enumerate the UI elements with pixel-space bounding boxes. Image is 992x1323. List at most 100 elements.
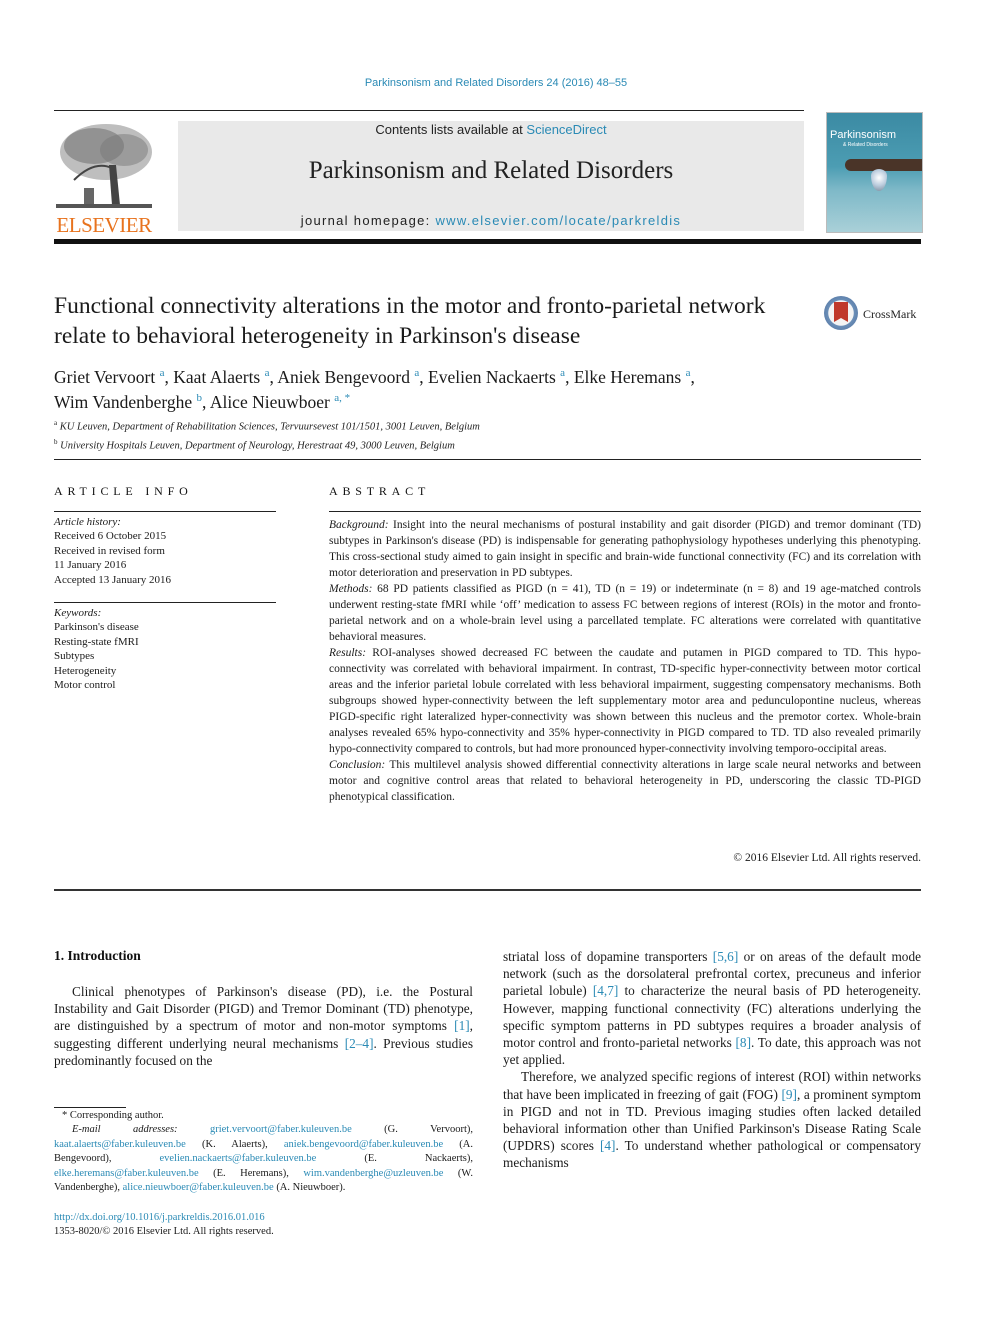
contents-line: Contents lists available at ScienceDirec… — [178, 122, 804, 137]
issn-copyright: 1353-8020/© 2016 Elsevier Ltd. All right… — [54, 1226, 274, 1238]
keyword-item: Heterogeneity — [54, 664, 117, 677]
sciencedirect-link[interactable]: ScienceDirect — [526, 122, 606, 137]
abstract-section-label: Results: — [329, 647, 367, 659]
abstract-background: Background: Insight into the neural mech… — [329, 517, 921, 581]
abstract-section-label: Conclusion: — [329, 759, 386, 771]
abstract-heading: ABSTRACT — [329, 484, 431, 498]
author[interactable]: Alice Nieuwboer — [210, 392, 330, 412]
affiliation-item: b University Hospitals Leuven, Departmen… — [54, 435, 854, 454]
intro-column-left: Clinical phenotypes of Parkinson's disea… — [54, 983, 473, 1069]
author[interactable]: Kaat Alaerts — [173, 367, 260, 387]
email-owner: (E. Heremans), — [198, 1167, 304, 1179]
elsevier-logo: ELSEVIER — [54, 120, 154, 237]
abstract-section-label: Background: — [329, 519, 389, 531]
keywords-divider — [54, 602, 276, 603]
abstract-section-text: This multilevel analysis showed differen… — [329, 759, 921, 803]
email-link[interactable]: evelien.nackaerts@faber.kuleuven.be — [159, 1153, 316, 1164]
article-info-heading: ARTICLE INFO — [54, 484, 193, 498]
author-separator: , — [202, 391, 210, 412]
history-item: Received 6 October 2015 — [54, 530, 167, 543]
citation-link[interactable]: [4,7] — [593, 983, 618, 998]
paragraph-text: striatal loss of dopamine transporters — [503, 949, 713, 964]
citation-link[interactable]: [1] — [454, 1018, 470, 1033]
history-item: 11 January 2016 — [54, 559, 127, 572]
elsevier-wordmark: ELSEVIER — [56, 213, 152, 237]
title-divider — [54, 459, 921, 460]
abstract-divider — [329, 511, 921, 512]
header-divider — [54, 110, 804, 111]
author[interactable]: Griet Vervoort — [54, 367, 155, 387]
cover-title: Parkinsonism — [830, 129, 897, 141]
abstract-conclusion: Conclusion: This multilevel analysis sho… — [329, 757, 921, 805]
email-link[interactable]: alice.nieuwboer@faber.kuleuven.be — [123, 1182, 274, 1193]
footnote-divider — [54, 1107, 126, 1108]
cover-subtitle: & Related Disorders — [843, 142, 888, 148]
doi-block: http://dx.doi.org/10.1016/j.parkreldis.2… — [54, 1211, 274, 1240]
abstract-section-text: ROI-analyses showed decreased FC between… — [329, 647, 921, 755]
author-separator: , — [164, 366, 174, 387]
footnotes: * Corresponding author. E-mail addresses… — [54, 1109, 473, 1195]
keyword-item: Subtypes — [54, 650, 95, 663]
article-info-divider — [54, 511, 276, 512]
contents-prefix: Contents lists available at — [375, 122, 527, 137]
history-item: Received in revised form — [54, 544, 165, 557]
keyword-item: Parkinson's disease — [54, 621, 139, 634]
email-link[interactable]: elke.heremans@faber.kuleuven.be — [54, 1168, 199, 1179]
homepage-prefix: journal homepage: — [300, 213, 436, 228]
abstract-section-text: 68 PD patients classified as PIGD (n = 4… — [329, 583, 921, 643]
journal-title: Parkinsonism and Related Disorders — [308, 157, 674, 184]
abstract-copyright: © 2016 Elsevier Ltd. All rights reserved… — [733, 852, 921, 864]
affiliations: a KU Leuven, Department of Rehabilitatio… — [54, 416, 854, 454]
article-title: Functional connectivity alterations in t… — [54, 293, 766, 349]
intro-paragraph: Clinical phenotypes of Parkinson's disea… — [54, 983, 473, 1069]
homepage-link[interactable]: www.elsevier.com/locate/parkreldis — [435, 213, 681, 228]
intro-paragraph: striatal loss of dopamine transporters [… — [503, 948, 921, 1068]
author-separator: , — [565, 366, 574, 387]
author[interactable]: Evelien Nackaerts — [428, 367, 556, 387]
crossmark-button[interactable]: CrossMark — [824, 296, 924, 336]
journal-reference-link[interactable]: Parkinsonism and Related Disorders 24 (2… — [0, 77, 992, 89]
email-owner: (G. Vervoort), — [351, 1124, 473, 1136]
citation-link[interactable]: [8] — [736, 1035, 752, 1050]
author[interactable]: Wim Vandenberghe — [54, 392, 192, 412]
email-link[interactable]: kaat.alaerts@faber.kuleuven.be — [54, 1139, 186, 1150]
email-addresses: E-mail addresses: griet.vervoort@faber.k… — [54, 1123, 473, 1195]
abstract-methods: Methods: 68 PD patients classified as PI… — [329, 581, 921, 645]
corresponding-author-note: * Corresponding author. — [62, 1110, 164, 1121]
email-link[interactable]: griet.vervoort@faber.kuleuven.be — [210, 1124, 352, 1135]
intro-column-right: striatal loss of dopamine transporters [… — [503, 948, 921, 1172]
abstract-section-text: Insight into the neural mechanisms of po… — [329, 519, 921, 579]
author[interactable]: Aniek Bengevoord — [277, 367, 410, 387]
abstract-section-label: Methods: — [329, 583, 373, 595]
article-history: Article history: Received 6 October 2015… — [54, 515, 276, 587]
email-label: E-mail addresses: — [72, 1124, 178, 1136]
author-separator: , — [419, 366, 429, 387]
author[interactable]: Elke Heremans — [574, 367, 681, 387]
affiliation-item: a KU Leuven, Department of Rehabilitatio… — [54, 416, 854, 435]
journal-masthead: Contents lists available at ScienceDirec… — [178, 121, 804, 231]
citation-link[interactable]: [4] — [600, 1138, 616, 1153]
masthead-thick-divider — [54, 239, 921, 244]
citation-link[interactable]: [9] — [781, 1087, 797, 1102]
abstract-bottom-divider — [54, 889, 921, 891]
citation-link[interactable]: [2–4] — [345, 1036, 374, 1051]
citation-link[interactable]: [5,6] — [713, 949, 738, 964]
email-link[interactable]: aniek.bengevoord@faber.kuleuven.be — [284, 1139, 443, 1150]
journal-cover-image: Parkinsonism & Related Disorders — [826, 112, 923, 233]
author-list: Griet Vervoort a, Kaat Alaerts a, Aniek … — [54, 363, 854, 413]
affiliation-key: a — [54, 419, 58, 427]
keywords-label: Keywords: — [54, 607, 102, 619]
cover-droplet-graphic — [871, 169, 887, 191]
doi-link[interactable]: http://dx.doi.org/10.1016/j.parkreldis.2… — [54, 1211, 274, 1225]
abstract-results: Results: ROI-analyses showed decreased F… — [329, 645, 921, 757]
elsevier-tree-icon — [54, 120, 154, 210]
intro-paragraph: Therefore, we analyzed specific regions … — [503, 1068, 921, 1171]
keywords: Keywords: Parkinson's disease Resting-st… — [54, 606, 276, 692]
affiliation-text: KU Leuven, Department of Rehabilitation … — [59, 421, 480, 433]
email-owner: (A. Nieuwboer). — [273, 1182, 346, 1194]
journal-homepage: journal homepage: www.elsevier.com/locat… — [178, 213, 804, 228]
affiliation-key: b — [54, 438, 58, 446]
email-link[interactable]: wim.vandenberghe@uzleuven.be — [303, 1168, 443, 1179]
author-affiliation-link[interactable]: a, * — [334, 392, 350, 404]
keyword-item: Motor control — [54, 679, 116, 692]
